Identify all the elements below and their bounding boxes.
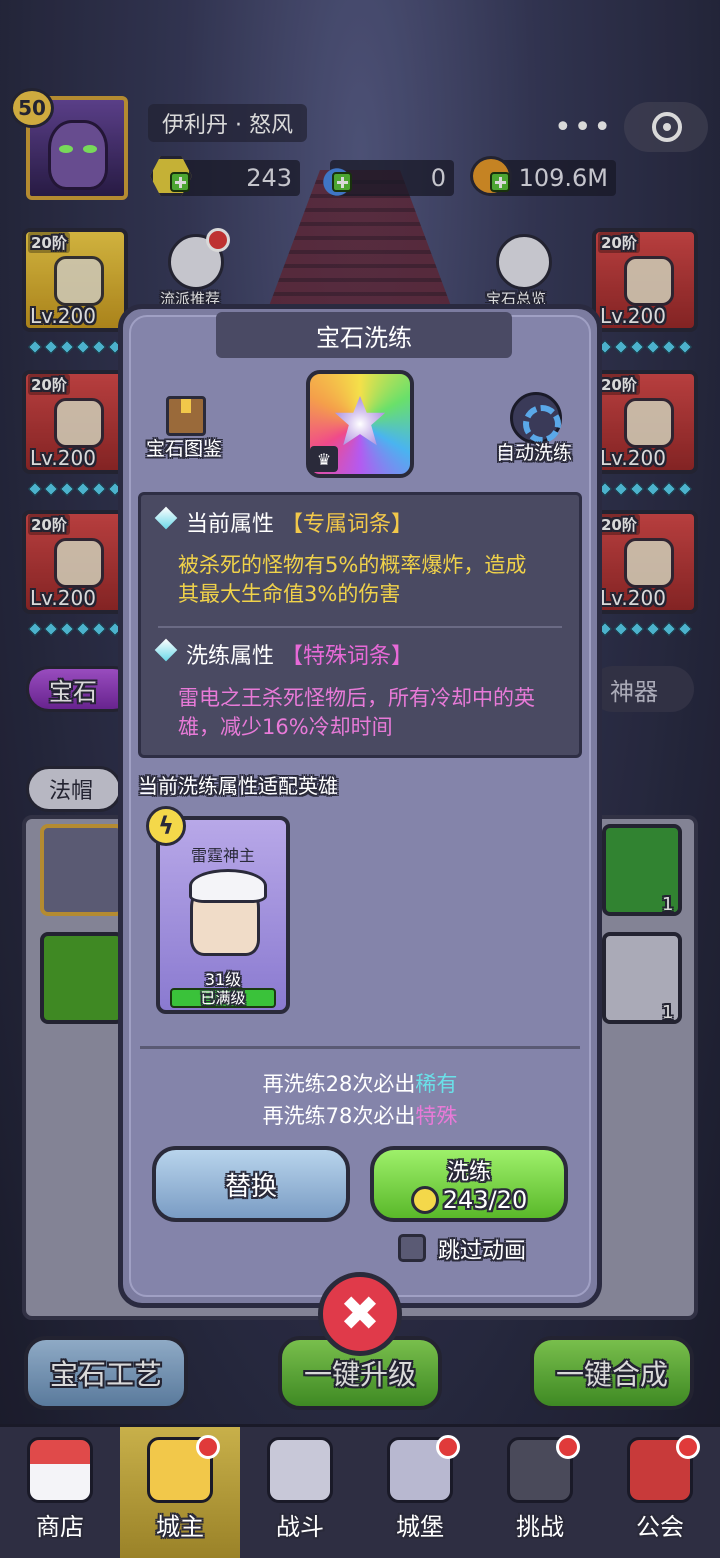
gem-codex-book-icon[interactable] xyxy=(166,396,206,436)
guarantee-special-label: 特殊 xyxy=(415,1104,458,1128)
nav-guild[interactable]: 公会 xyxy=(600,1427,720,1558)
skip-animation-label[interactable]: 跳过动画 xyxy=(438,1233,526,1265)
wash-attr-line-1: 雷电之王杀死怪物后，所有冷却中的英 xyxy=(178,686,535,710)
shop-icon xyxy=(27,1437,93,1503)
current-attr-tag: 【专属词条】 xyxy=(281,512,414,537)
current-attr-line-2: 其最大生命值3%的伤害 xyxy=(178,582,401,606)
close-modal-button[interactable]: ✖ xyxy=(318,1272,402,1356)
hero-section-label: 当前洗练属性适配英雄 xyxy=(138,774,338,798)
modal-title: 宝石洗练 xyxy=(216,312,512,358)
wash-attr-line-2: 雄，减少16%冷却时间 xyxy=(178,715,393,739)
wash-button-label: 洗练 xyxy=(446,1160,491,1185)
nav-lord[interactable]: 城主 xyxy=(120,1427,240,1558)
replace-button[interactable]: 替换 xyxy=(152,1146,350,1222)
guarantee-rare-label: 稀有 xyxy=(415,1072,458,1096)
wash-attr-tag: 【特殊词条】 xyxy=(281,644,414,669)
nav-shop[interactable]: 商店 xyxy=(0,1427,120,1558)
current-attr-heading: 当前属性 【专属词条】 xyxy=(186,506,413,538)
nav-label: 城主 xyxy=(156,1513,204,1541)
divider xyxy=(158,626,562,628)
wash-button[interactable]: 洗练 243/20 xyxy=(370,1146,568,1222)
hero-card[interactable]: 雷霆神主 31级 已满级 xyxy=(156,816,290,1014)
nav-castle[interactable]: 城堡 xyxy=(360,1427,480,1558)
gem-coin-icon xyxy=(410,1186,439,1214)
wash-attr-heading: 洗练属性 【特殊词条】 xyxy=(186,638,413,670)
crossed-swords-icon xyxy=(267,1437,333,1503)
hero-level: 31级 xyxy=(204,970,242,989)
wash-attr-label: 洗练属性 xyxy=(186,644,275,669)
nav-label: 商店 xyxy=(36,1513,84,1541)
auto-wash-gear-icon[interactable] xyxy=(510,392,562,444)
bottom-nav: 商店 城主 战斗 城堡 挑战 公会 xyxy=(0,1424,720,1558)
hero-max-level-badge: 已满级 xyxy=(170,988,276,1008)
nav-label: 公会 xyxy=(636,1513,684,1541)
gem-codex-label[interactable]: 宝石图鉴 xyxy=(146,434,222,461)
guarantee-rare: 再洗练28次必出稀有 xyxy=(0,1068,720,1098)
guarantee-special-prefix: 再洗练78次必出 xyxy=(262,1104,416,1128)
auto-wash-label[interactable]: 自动洗练 xyxy=(496,438,572,465)
notification-dot xyxy=(676,1435,700,1459)
nav-challenge[interactable]: 挑战 xyxy=(480,1427,600,1558)
notification-dot xyxy=(436,1435,460,1459)
hero-name: 雷霆神主 xyxy=(190,846,255,865)
hero-portrait xyxy=(189,869,267,956)
nav-label: 挑战 xyxy=(516,1513,564,1541)
skip-animation-checkbox[interactable] xyxy=(398,1234,426,1262)
current-attr-label: 当前属性 xyxy=(186,512,275,537)
notification-dot xyxy=(556,1435,580,1459)
guarantee-rare-prefix: 再洗练28次必出 xyxy=(262,1072,416,1096)
nav-label: 战斗 xyxy=(276,1513,324,1541)
nav-battle[interactable]: 战斗 xyxy=(240,1427,360,1558)
wash-cost-value: 243/20 xyxy=(442,1186,528,1214)
lightning-bolt-icon: ϟ xyxy=(146,806,186,846)
divider xyxy=(140,1046,580,1049)
guarantee-special: 再洗练78次必出特殊 xyxy=(0,1100,720,1130)
nav-label: 城堡 xyxy=(396,1513,444,1541)
wash-cost: 243/20 xyxy=(410,1186,528,1214)
crown-icon: ♛ xyxy=(310,446,338,472)
current-attr-line-1: 被杀死的怪物有5%的概率爆炸，造成 xyxy=(178,553,527,577)
notification-dot xyxy=(196,1435,220,1459)
